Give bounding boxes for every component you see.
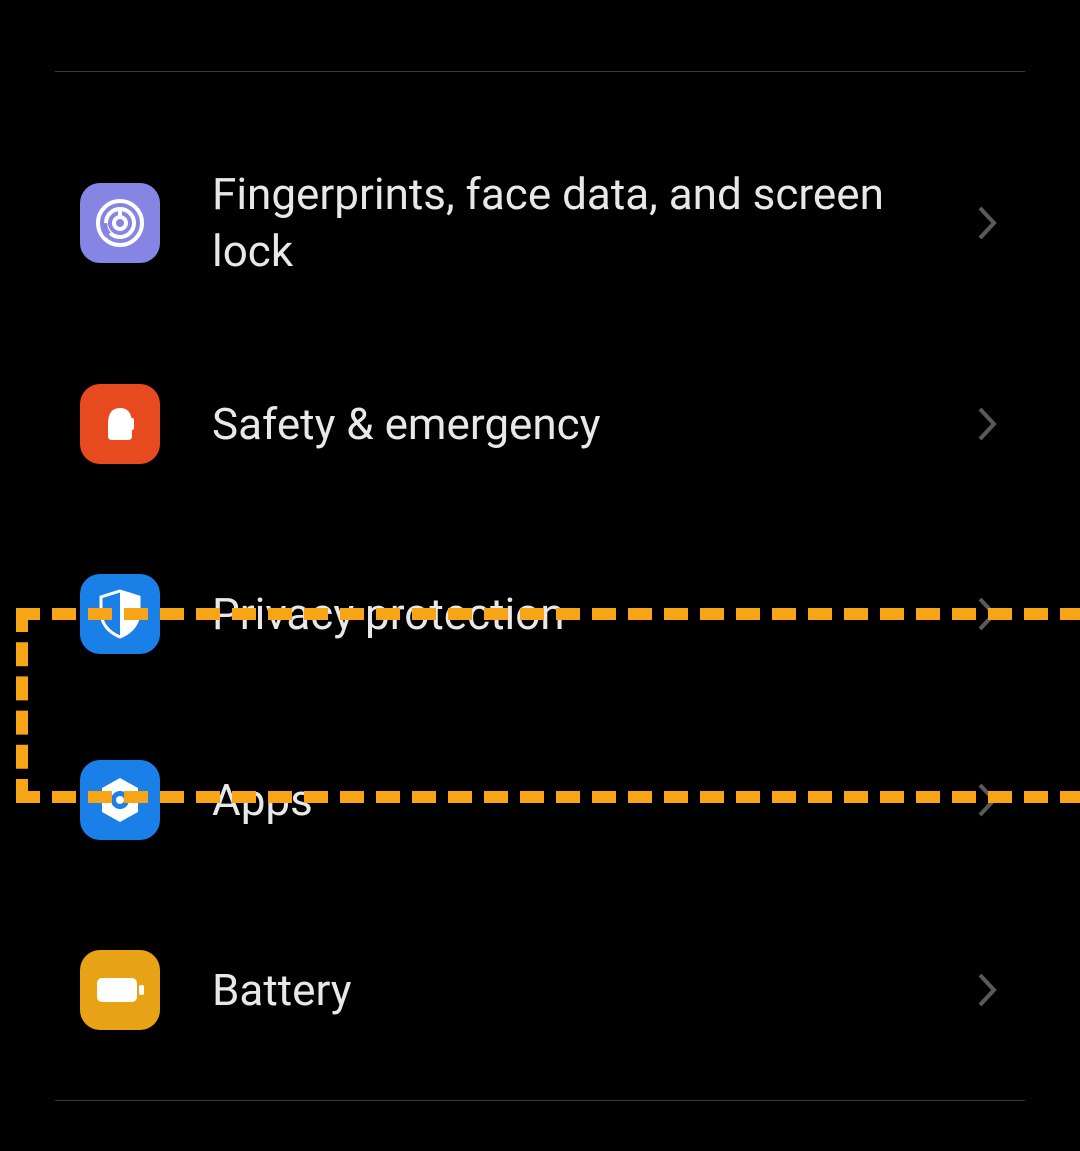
settings-item-privacy[interactable]: Privacy protection <box>55 554 1025 674</box>
chevron-right-icon <box>976 202 1000 244</box>
settings-item-apps[interactable]: Apps <box>55 740 1025 860</box>
settings-item-label: Apps <box>212 772 924 829</box>
battery-icon <box>80 950 160 1030</box>
fingerprint-icon <box>80 183 160 263</box>
settings-container: Fingerprints, face data, and screen lock… <box>0 71 1080 1101</box>
settings-item-safety[interactable]: Safety & emergency <box>55 364 1025 484</box>
settings-item-label: Safety & emergency <box>212 396 924 453</box>
settings-item-label: Fingerprints, face data, and screen lock <box>212 166 924 280</box>
settings-item-label: Battery <box>212 962 924 1019</box>
divider <box>55 1100 1025 1101</box>
settings-item-label: Privacy protection <box>212 586 924 643</box>
hexagon-gear-icon <box>80 760 160 840</box>
settings-item-fingerprint[interactable]: Fingerprints, face data, and screen lock <box>55 152 1025 294</box>
chevron-right-icon <box>976 969 1000 1011</box>
settings-item-battery[interactable]: Battery <box>55 930 1025 1050</box>
chevron-right-icon <box>976 593 1000 635</box>
bell-icon <box>80 384 160 464</box>
chevron-right-icon <box>976 779 1000 821</box>
shield-icon <box>80 574 160 654</box>
settings-list: Fingerprints, face data, and screen lock… <box>55 72 1025 1050</box>
chevron-right-icon <box>976 403 1000 445</box>
